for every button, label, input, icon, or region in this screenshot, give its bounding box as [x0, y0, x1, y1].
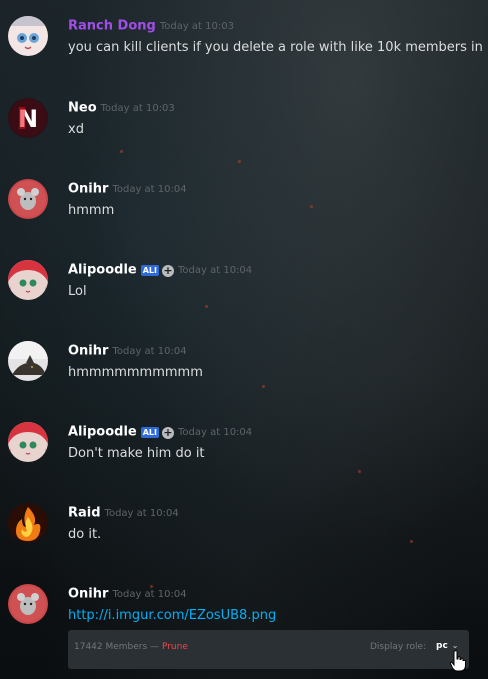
- username[interactable]: Alipoodle: [68, 425, 137, 440]
- message-list: Ranch Dong Today at 10:03 you can kill cl…: [0, 0, 488, 679]
- mouse-avatar[interactable]: [8, 584, 48, 624]
- image-link[interactable]: http://i.imgur.com/EZosUB8.png: [68, 608, 276, 623]
- red-hair-anime-avatar[interactable]: [8, 422, 48, 462]
- timestamp: Today at 10:04: [112, 345, 187, 357]
- username[interactable]: Onihr: [68, 344, 108, 359]
- timestamp: Today at 10:03: [100, 102, 175, 114]
- chevron-down-icon: ⌄: [451, 641, 459, 650]
- username[interactable]: Raid: [68, 506, 101, 521]
- prune-link[interactable]: Prune: [162, 642, 188, 652]
- timestamp: Today at 10:04: [112, 588, 187, 600]
- netflix-n-avatar[interactable]: N: [8, 98, 48, 138]
- display-role-value: pc: [436, 641, 448, 651]
- member-list-embed: 17442 Members — Prune Display role: pc ⌄: [68, 630, 469, 669]
- timestamp: Today at 10:03: [159, 20, 234, 32]
- plus-circle-icon[interactable]: +: [162, 264, 174, 277]
- timestamp: Today at 10:04: [104, 507, 179, 519]
- username[interactable]: Ranch Dong: [68, 19, 156, 34]
- flame-avatar[interactable]: [8, 503, 48, 543]
- display-role-label: Display role:: [370, 642, 427, 652]
- member-count-row: 17442 Members — Prune: [74, 642, 188, 652]
- mouse-avatar[interactable]: [8, 179, 48, 219]
- anime-girl-avatar[interactable]: [8, 16, 48, 56]
- bot-tag-badge: ALI: [140, 427, 159, 438]
- member-count: 17442 Members: [74, 642, 148, 652]
- message-text: Lol: [68, 284, 87, 299]
- message-text: xd: [68, 122, 84, 137]
- message-text: http://i.imgur.com/EZosUB8.png: [68, 608, 276, 624]
- separator: —: [150, 642, 160, 652]
- message-text: do it.: [68, 527, 102, 542]
- timestamp: Today at 10:04: [178, 426, 253, 438]
- message-text: Don't make him do it: [68, 446, 205, 461]
- timestamp: Today at 10:04: [112, 183, 187, 195]
- red-hair-anime-avatar[interactable]: [8, 260, 48, 300]
- message-text: hmmmmmmmmmm: [68, 365, 203, 380]
- plus-circle-icon[interactable]: +: [162, 426, 174, 439]
- username[interactable]: Neo: [68, 101, 97, 116]
- cat-photo-avatar[interactable]: [8, 341, 48, 381]
- message-text: hmmm: [68, 203, 115, 218]
- hand-cursor-icon: [450, 650, 466, 672]
- username[interactable]: Alipoodle: [68, 263, 137, 278]
- username[interactable]: Onihr: [68, 587, 108, 602]
- timestamp: Today at 10:04: [178, 264, 253, 276]
- username[interactable]: Onihr: [68, 182, 108, 197]
- bot-tag-badge: ALI: [140, 265, 159, 276]
- message-text: you can kill clients if you delete a rol…: [68, 40, 488, 55]
